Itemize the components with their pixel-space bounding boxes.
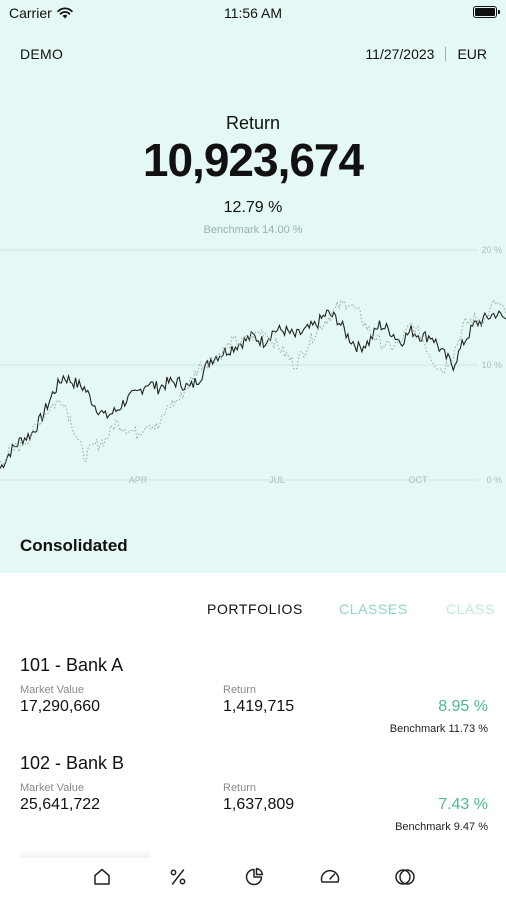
home-icon	[94, 868, 110, 885]
clock: 11:56 AM	[223, 5, 283, 21]
return-value: 1,637,809	[223, 796, 295, 813]
performance-chart[interactable]: 20 % 10 % 0 % APR JUL OCT	[0, 240, 506, 495]
benchmark-percent: Benchmark 14.00 %	[203, 224, 303, 236]
return-percent: 8.95 %	[438, 698, 488, 715]
x-tick-label: JUL	[269, 475, 285, 485]
return-percent: 12.79 %	[223, 199, 283, 216]
return-percent: 7.43 %	[438, 796, 488, 813]
segment-tabs: PORTFOLIOS CLASSES CLASS	[0, 601, 506, 621]
overlap-circles-icon	[395, 869, 415, 885]
portfolio-name: 101 - Bank A	[20, 655, 124, 675]
header-controls: 11/27/2023 EUR	[365, 46, 487, 62]
return-label: Return	[223, 782, 257, 794]
date-selector[interactable]: 11/27/2023	[365, 46, 434, 62]
header-divider	[445, 47, 447, 61]
tab-class-partial[interactable]: CLASS	[446, 601, 495, 617]
gauge-icon	[320, 869, 340, 883]
market-value-label: Market Value	[20, 684, 84, 696]
tab-portfolios[interactable]: PORTFOLIOS	[207, 601, 303, 617]
return-value: 1,419,715	[223, 698, 295, 715]
return-label: Return	[223, 684, 257, 696]
section-title: Consolidated	[20, 536, 128, 555]
bottom-nav	[0, 858, 506, 900]
list-item-partial	[20, 850, 150, 858]
y-tick-label: 10 %	[481, 360, 502, 370]
tab-classes[interactable]: CLASSES	[339, 601, 408, 617]
return-label: Return	[225, 113, 281, 133]
percent-icon	[170, 869, 186, 885]
status-bar: Carrier 11:56 AM	[0, 0, 506, 28]
x-tick-label: OCT	[409, 475, 429, 485]
nav-allocation[interactable]	[241, 864, 267, 890]
nav-returns[interactable]	[165, 864, 191, 890]
nav-home[interactable]	[89, 864, 115, 890]
nav-compare[interactable]	[392, 864, 418, 890]
y-tick-label: 0 %	[486, 475, 502, 485]
portfolio-return-line	[0, 309, 506, 469]
return-value: 10,923,674	[142, 134, 364, 186]
y-tick-label: 20 %	[481, 245, 502, 255]
benchmark-percent: Benchmark 9.47 %	[395, 821, 488, 833]
battery-icon	[473, 6, 500, 18]
currency-selector[interactable]: EUR	[457, 46, 487, 62]
benchmark-percent: Benchmark 11.73 %	[389, 723, 488, 735]
summary-panel: Carrier 11:56 AM DEMO 11/27/2023 EUR Ret…	[0, 0, 506, 573]
market-value: 17,290,660	[20, 698, 101, 715]
market-value-label: Market Value	[20, 782, 84, 794]
portfolio-name: 102 - Bank B	[20, 753, 125, 773]
pie-chart-icon	[245, 867, 264, 886]
market-value: 25,641,722	[20, 796, 101, 813]
x-tick-label: APR	[129, 475, 148, 485]
account-selector[interactable]: DEMO	[20, 46, 63, 62]
nav-risk[interactable]	[317, 864, 343, 890]
